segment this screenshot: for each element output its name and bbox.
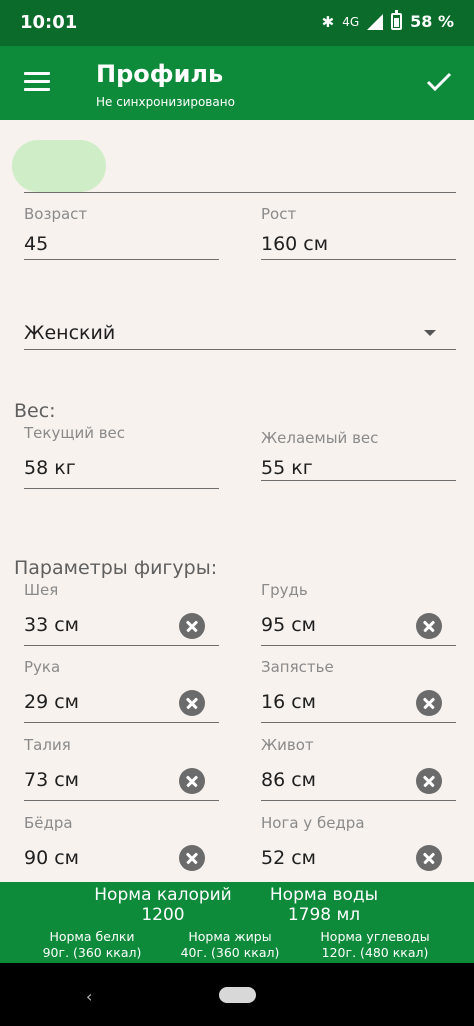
fat-label: Норма жиры xyxy=(188,929,272,944)
clear-wrist-icon[interactable] xyxy=(416,690,442,716)
chest-label: Грудь xyxy=(261,581,308,599)
clear-hips-icon[interactable] xyxy=(179,845,205,871)
current-weight-label: Текущий вес xyxy=(24,424,126,442)
desired-weight-value[interactable]: 55 кг xyxy=(261,457,313,479)
water-summary: Норма воды 1798 мл xyxy=(262,885,386,925)
status-icons: ✱ 4G 58 % xyxy=(321,10,454,31)
calories-value: 1200 xyxy=(141,905,185,925)
chest-field[interactable]: Грудь 95 см xyxy=(261,581,456,647)
status-bar: 10:01 ✱ 4G 58 % xyxy=(0,0,474,46)
name-redaction xyxy=(12,140,106,192)
page-title: Профиль xyxy=(96,60,224,88)
waist-label: Талия xyxy=(24,736,71,754)
clear-thigh-icon[interactable] xyxy=(416,845,442,871)
sync-status: Не синхронизировано xyxy=(96,95,235,109)
gender-select[interactable]: Женский xyxy=(24,318,456,350)
home-pill-icon[interactable] xyxy=(219,987,256,1003)
age-label: Возраст xyxy=(24,205,88,223)
thigh-value[interactable]: 52 см xyxy=(261,847,316,869)
hips-label: Бёдра xyxy=(24,814,73,832)
gender-value: Женский xyxy=(24,322,116,344)
nutrition-summary: Норма калорий 1200 Норма воды 1798 мл Но… xyxy=(0,882,474,963)
weight-section-title: Вес: xyxy=(14,400,56,422)
signal-icon xyxy=(367,13,384,30)
water-label: Норма воды xyxy=(269,885,379,905)
belly-value[interactable]: 86 см xyxy=(261,769,316,791)
clear-belly-icon[interactable] xyxy=(416,768,442,794)
thigh-label: Нога у бедра xyxy=(261,814,365,832)
clear-arm-icon[interactable] xyxy=(179,690,205,716)
waist-field[interactable]: Талия 73 см xyxy=(24,736,219,802)
neck-value[interactable]: 33 см xyxy=(24,614,79,636)
battery-icon xyxy=(391,10,403,30)
arm-field[interactable]: Рука 29 см xyxy=(24,658,219,724)
desired-weight-label: Желаемый вес xyxy=(261,429,379,447)
height-value[interactable]: 160 см xyxy=(261,233,328,255)
status-time: 10:01 xyxy=(20,12,78,33)
back-chevron-icon[interactable]: ‹ xyxy=(86,987,92,1006)
neck-label: Шея xyxy=(24,581,59,599)
height-field[interactable]: Рост 160 см xyxy=(261,205,456,261)
network-type: 4G xyxy=(342,14,360,29)
desired-weight-field[interactable]: Желаемый вес 55 кг xyxy=(261,429,456,481)
neck-field[interactable]: Шея 33 см xyxy=(24,581,219,647)
arm-value[interactable]: 29 см xyxy=(24,691,79,713)
protein-value: 90г. (360 ккал) xyxy=(42,945,142,960)
clear-chest-icon[interactable] xyxy=(416,613,442,639)
battery-percent: 58 % xyxy=(410,12,454,31)
waist-value[interactable]: 73 см xyxy=(24,769,79,791)
system-nav-bar: ‹ xyxy=(0,963,474,1026)
belly-field[interactable]: Живот 86 см xyxy=(261,736,456,802)
wrist-field[interactable]: Запястье 16 см xyxy=(261,658,456,724)
bluetooth-icon: ✱ xyxy=(321,12,335,31)
hips-value[interactable]: 90 см xyxy=(24,847,79,869)
age-value[interactable]: 45 xyxy=(24,233,48,255)
body-params-section-title: Параметры фигуры: xyxy=(14,557,218,579)
wrist-label: Запястье xyxy=(261,658,334,676)
fat-summary: Норма жиры 40г. (360 ккал) xyxy=(168,929,292,961)
arm-label: Рука xyxy=(24,658,61,676)
carbs-value: 120г. (480 ккал) xyxy=(321,945,429,960)
height-label: Рост xyxy=(261,205,297,223)
fat-value: 40г. (360 ккал) xyxy=(180,945,280,960)
thigh-field[interactable]: Нога у бедра 52 см xyxy=(261,814,456,880)
protein-summary: Норма белки 90г. (360 ккал) xyxy=(30,929,154,961)
water-value: 1798 мл xyxy=(287,905,361,925)
current-weight-value[interactable]: 58 кг xyxy=(24,457,76,479)
app-bar: Профиль Не синхронизировано xyxy=(0,46,474,120)
hips-field[interactable]: Бёдра 90 см xyxy=(24,814,219,880)
protein-label: Норма белки xyxy=(49,929,135,944)
check-icon[interactable] xyxy=(426,72,452,92)
wrist-value[interactable]: 16 см xyxy=(261,691,316,713)
chest-value[interactable]: 95 см xyxy=(261,614,316,636)
clear-waist-icon[interactable] xyxy=(179,768,205,794)
carbs-summary: Норма углеводы 120г. (480 ккал) xyxy=(306,929,444,961)
belly-label: Живот xyxy=(261,736,314,754)
menu-icon[interactable] xyxy=(24,72,50,92)
clear-neck-icon[interactable] xyxy=(179,613,205,639)
age-field[interactable]: Возраст 45 xyxy=(24,205,219,261)
calories-summary: Норма калорий 1200 xyxy=(92,885,234,925)
dropdown-caret-icon xyxy=(424,330,436,336)
carbs-label: Норма углеводы xyxy=(320,929,430,944)
current-weight-field[interactable]: Текущий вес 58 кг xyxy=(24,424,219,490)
calories-label: Норма калорий xyxy=(94,885,232,905)
